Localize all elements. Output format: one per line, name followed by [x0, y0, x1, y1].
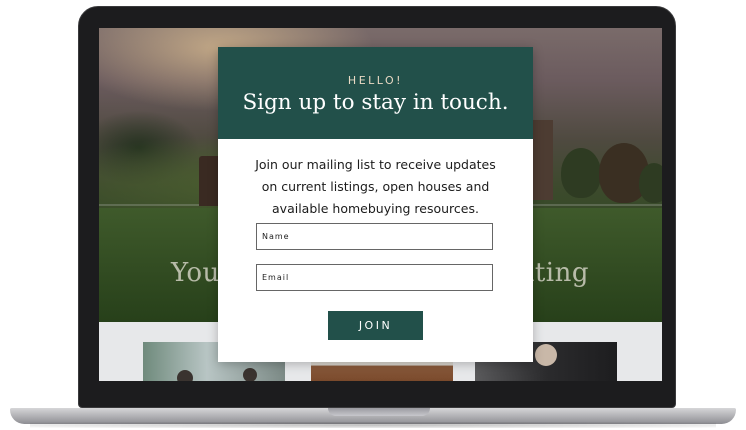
- hero-tree: [639, 163, 662, 203]
- hero-headline-right: iting: [526, 258, 589, 288]
- join-button[interactable]: JOIN: [328, 311, 423, 340]
- laptop-notch: [328, 408, 430, 416]
- email-field[interactable]: [256, 264, 493, 291]
- laptop-shadow: [30, 422, 716, 428]
- signup-modal: HELLO! Sign up to stay in touch. Join ou…: [218, 47, 533, 362]
- thumbnail-person: [177, 370, 193, 381]
- modal-header: HELLO! Sign up to stay in touch.: [218, 47, 533, 139]
- thumbnail-person: [535, 344, 557, 366]
- name-input[interactable]: [257, 224, 492, 249]
- modal-description: Join our mailing list to receive updates…: [255, 157, 496, 216]
- hero-tree: [561, 148, 601, 198]
- modal-eyebrow: HELLO!: [347, 74, 404, 87]
- name-field[interactable]: [256, 223, 493, 250]
- hero-headline-left: You: [171, 258, 220, 288]
- thumbnail-person: [243, 368, 257, 381]
- modal-title: Sign up to stay in touch.: [242, 90, 509, 115]
- email-input[interactable]: [257, 265, 492, 290]
